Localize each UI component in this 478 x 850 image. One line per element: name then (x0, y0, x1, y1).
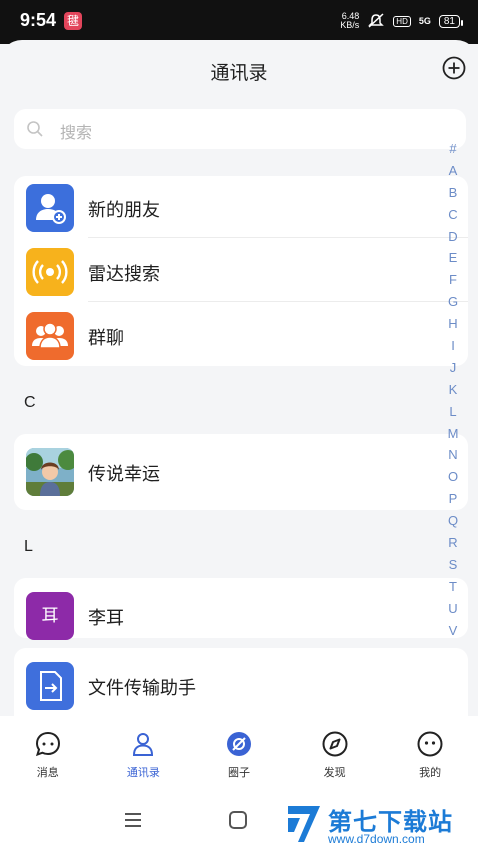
index-letter[interactable]: A (449, 160, 458, 182)
title-bar: 通讯录 (0, 40, 478, 100)
group-chat-icon (26, 312, 74, 360)
index-letter[interactable]: K (449, 379, 458, 401)
list-item-new-friends[interactable]: 新的朋友 (14, 176, 468, 238)
contacts-icon (133, 733, 154, 756)
index-letter[interactable]: N (448, 444, 457, 466)
index-letter[interactable]: S (449, 554, 458, 576)
function-list: 新的朋友 雷达搜索 群聊 (14, 176, 468, 366)
tab-label: 圈子 (227, 766, 250, 779)
list-item-label: 群聊 (88, 328, 124, 349)
network-speed: 6.48 KB/s (340, 12, 359, 30)
profile-icon (417, 731, 443, 757)
signal-icon: 5G (418, 16, 431, 26)
mute-icon (368, 13, 385, 28)
list-item-label: 雷达搜索 (88, 264, 160, 285)
radar-icon (26, 248, 74, 296)
contact-avatar: 耳 (26, 592, 74, 640)
index-letter[interactable]: D (448, 226, 457, 248)
message-icon (35, 731, 60, 757)
search-placeholder: 搜索 (60, 123, 93, 142)
section-header-c: C (24, 394, 36, 411)
tab-label: 消息 (36, 766, 59, 779)
file-transfer-icon (26, 662, 74, 710)
watermark: 第七下载站 www.d7down.com (284, 800, 474, 846)
bottom-tab-bar: 消息 通讯录 圈子 发现 我的 (0, 716, 478, 790)
watermark-url: www.d7down.com (328, 832, 425, 846)
add-icon[interactable] (442, 56, 466, 80)
index-letter[interactable]: T (449, 576, 457, 598)
hd-icon: HD (393, 15, 411, 27)
tab-moments[interactable]: 圈子 (191, 716, 287, 790)
contact-group-c: 传说幸运 (14, 434, 468, 510)
tab-messages[interactable]: 消息 (0, 716, 96, 790)
alphabet-index[interactable]: # A B C D E F G H I J K L M N O P Q R S T U V (446, 138, 460, 641)
index-letter[interactable]: I (451, 335, 455, 357)
list-item-label: 文件传输助手 (88, 678, 196, 699)
list-item-file-transfer[interactable]: 文件传输助手 (14, 654, 468, 716)
index-letter[interactable]: V (449, 620, 458, 642)
contact-group-l: 耳 李耳 (14, 578, 468, 640)
divider (88, 301, 468, 302)
list-item-radar-search[interactable]: 雷达搜索 (14, 240, 468, 302)
list-item-label: 新的朋友 (88, 200, 160, 221)
divider (88, 237, 468, 238)
index-letter[interactable]: R (448, 532, 457, 554)
index-letter[interactable]: C (448, 204, 457, 226)
index-letter[interactable]: P (449, 488, 458, 510)
tab-label: 通讯录 (126, 766, 160, 779)
tab-contacts[interactable]: 通讯录 (96, 716, 192, 790)
battery-icon: 81 (438, 14, 464, 28)
search-icon (27, 121, 43, 137)
index-letter[interactable]: Q (448, 510, 458, 532)
contact-name: 李耳 (88, 608, 124, 629)
index-letter[interactable]: B (449, 182, 458, 204)
contact-avatar (26, 448, 74, 496)
tab-profile[interactable]: 我的 (382, 716, 478, 790)
list-item-group-chat[interactable]: 群聊 (14, 304, 468, 366)
status-time: 9:54 (20, 10, 57, 30)
compass-icon (322, 731, 348, 757)
index-letter[interactable]: O (448, 466, 458, 488)
index-letter[interactable]: L (449, 401, 456, 423)
index-letter[interactable]: M (448, 423, 459, 445)
network-speed-unit: KB/s (340, 20, 360, 30)
index-letter[interactable]: E (449, 247, 458, 269)
section-header-l: L (24, 538, 33, 555)
index-letter[interactable]: H (448, 313, 457, 335)
home-icon[interactable] (228, 810, 248, 830)
index-letter[interactable]: F (449, 269, 457, 291)
status-bar: 9:54 毽 6.48 KB/s HD 5G 81 (0, 0, 478, 44)
search-bar[interactable]: 搜索 (14, 109, 466, 149)
index-letter[interactable]: # (449, 138, 456, 160)
add-friend-icon (26, 184, 74, 232)
status-icons: 6.48 KB/s HD 5G 81 (340, 12, 464, 30)
file-transfer-group: 文件传输助手 (14, 648, 468, 716)
tab-discover[interactable]: 发现 (287, 716, 383, 790)
contact-item[interactable]: 传说幸运 (14, 440, 468, 502)
index-letter[interactable]: G (448, 291, 458, 313)
tab-label: 发现 (323, 766, 346, 779)
contact-item[interactable]: 耳 李耳 (14, 584, 468, 646)
contact-name: 传说幸运 (88, 464, 160, 485)
watermark-logo (288, 806, 320, 842)
index-letter[interactable]: U (448, 598, 457, 620)
moments-icon (226, 732, 251, 756)
index-letter[interactable]: J (450, 357, 457, 379)
app-notification-badge: 毽 (64, 12, 82, 30)
page-title: 通讯录 (210, 62, 268, 84)
menu-icon[interactable] (123, 810, 143, 830)
tab-label: 我的 (419, 766, 442, 779)
